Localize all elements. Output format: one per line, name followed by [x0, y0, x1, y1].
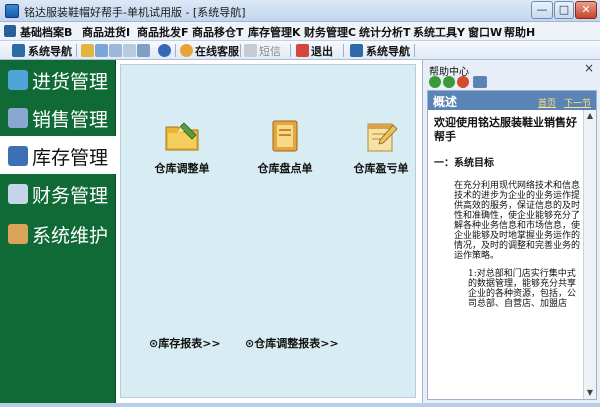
tile-warehouse-stocktake[interactable]: 仓库盘点单 [240, 119, 330, 189]
toolbar-separator [414, 44, 415, 57]
sms-icon [244, 44, 257, 57]
sales-icon [8, 108, 28, 128]
tile-label: 仓库盘点单 [257, 162, 313, 175]
wand-icon[interactable] [81, 44, 94, 57]
home-link[interactable]: 首页 [538, 96, 556, 109]
document-icon[interactable] [109, 44, 122, 57]
nav-item-inventory[interactable]: 库存管理 [0, 136, 116, 174]
help-close-button[interactable]: × [584, 61, 594, 75]
window-icon[interactable] [95, 44, 108, 57]
inventory-icon [8, 146, 28, 166]
menu-purchase[interactable]: 商品进货I [82, 24, 130, 40]
purchase-icon [8, 70, 28, 90]
nav-item-label: 进货管理 [32, 71, 109, 93]
maintenance-icon [8, 224, 28, 244]
toolbar-separator [175, 44, 176, 57]
copy-icon[interactable] [123, 44, 136, 57]
menu-statistics[interactable]: 统计分析T [359, 24, 411, 40]
inventory-report-link[interactable]: ⊙库存报表>> [149, 335, 221, 351]
minimize-button[interactable]: — [531, 1, 553, 19]
stop-icon[interactable] [457, 76, 469, 88]
logout-icon [296, 44, 309, 57]
scroll-down-icon[interactable]: ▼ [585, 388, 595, 398]
toolbar-separator [76, 44, 77, 57]
maximize-button[interactable]: □ [554, 1, 574, 19]
left-nav: 进货管理 销售管理 库存管理 财务管理 系统维护 [0, 60, 116, 403]
menu-basic-archive[interactable]: 基础档案B [20, 24, 72, 40]
menu-help[interactable]: 帮助H [504, 24, 535, 40]
toolbar-separator [343, 44, 344, 57]
menu-system-tools[interactable]: 系统工具Y [413, 24, 465, 40]
nav-item-maintenance[interactable]: 系统维护 [0, 214, 116, 252]
help-panel: 帮助中心 × 概述 首页 下一节 ▲ ▼ 欢迎使用铭达服装鞋业销售好帮手 一：系… [422, 60, 600, 403]
online-service-button[interactable]: 在线客服 [195, 43, 239, 58]
finance-icon [8, 184, 28, 204]
doc-heading: 欢迎使用铭达服装鞋业销售好帮手 [434, 116, 577, 143]
help-document: 概述 首页 下一节 ▲ ▼ 欢迎使用铭达服装鞋业销售好帮手 一：系统目标 在充分… [427, 90, 597, 400]
tile-warehouse-profit-loss[interactable]: 仓库盈亏单 [336, 119, 426, 189]
nav-item-label: 销售管理 [32, 109, 109, 131]
nav-item-purchase[interactable]: 进货管理 [0, 60, 116, 98]
toolbar: 系统导航 在线客服 短信 退出 系统导航 [0, 41, 600, 60]
doc-paragraph: 在充分利用现代网络技术和信息技术的进步为企业的业务运作提供高效的服务，保证信息的… [454, 181, 581, 261]
toolbar-separator [240, 44, 241, 57]
customer-service-icon [180, 44, 193, 57]
toolbar-nav-button[interactable]: 系统导航 [28, 43, 72, 58]
toolbar-separator [290, 44, 291, 57]
function-area: 仓库调整单 仓库盘点单 仓库盈亏单 ⊙库存报表>> ⊙仓库调整报表>> [120, 64, 416, 398]
back-icon[interactable] [429, 76, 441, 88]
main-panel: 仓库调整单 仓库盘点单 仓库盈亏单 ⊙库存报表>> ⊙仓库调整报表>> [116, 60, 422, 403]
doc-section-title: 一：系统目标 [434, 158, 494, 169]
nav-item-sales[interactable]: 销售管理 [0, 98, 116, 136]
folder-edit-icon [165, 122, 199, 151]
display-icon[interactable] [473, 76, 487, 88]
doc-header-title: 概述 [433, 95, 458, 109]
print-icon[interactable] [137, 44, 150, 57]
window-title: 铭达服装鞋帽好帮手-单机试用版 - [系统导航] [24, 6, 246, 19]
nav-item-finance[interactable]: 财务管理 [0, 174, 116, 212]
tile-label: 仓库调整单 [154, 162, 210, 175]
help-icon[interactable] [158, 44, 171, 57]
tile-warehouse-adjustment[interactable]: 仓库调整单 [137, 119, 227, 189]
adjustment-report-link[interactable]: ⊙仓库调整报表>> [245, 335, 339, 351]
title-bar: 铭达服装鞋帽好帮手-单机试用版 - [系统导航] — □ ✕ [0, 0, 600, 22]
nav-icon [350, 44, 363, 57]
menu-inventory[interactable]: 库存管理K [248, 24, 301, 40]
nav-item-label: 系统维护 [32, 225, 109, 247]
nav-item-label: 财务管理 [32, 185, 109, 207]
help-scrollbar[interactable]: ▲ ▼ [583, 110, 596, 399]
doc-sub-item: 1:对总部和门店实行集中式的数据管理，能够充分共享企业的各种资源，包括，公司总部… [468, 269, 577, 309]
close-button[interactable]: ✕ [575, 1, 597, 19]
toolbar-nav-button-2[interactable]: 系统导航 [366, 43, 410, 58]
nav-item-label: 库存管理 [32, 147, 109, 169]
menu-finance[interactable]: 财务管理C [304, 24, 356, 40]
tile-label: 仓库盈亏单 [353, 162, 409, 175]
sms-button[interactable]: 短信 [259, 43, 281, 58]
menu-app-icon [4, 25, 16, 37]
notepad-edit-icon [367, 123, 398, 152]
next-section-link[interactable]: 下一节 [564, 96, 591, 109]
doc-header: 概述 首页 下一节 [428, 91, 596, 110]
ledger-icon [272, 120, 298, 152]
status-bar [0, 403, 600, 407]
doc-body: 欢迎使用铭达服装鞋业销售好帮手 一：系统目标 在充分利用现代网络技术和信息技术的… [434, 116, 580, 309]
menu-wholesale[interactable]: 商品批发F [137, 24, 189, 40]
app-icon [5, 4, 19, 18]
logout-button[interactable]: 退出 [311, 43, 333, 58]
menu-transfer[interactable]: 商品移仓T [192, 24, 244, 40]
nav-icon [12, 44, 25, 57]
forward-icon[interactable] [443, 76, 455, 88]
menu-bar: 基础档案B 商品进货I 商品批发F 商品移仓T 库存管理K 财务管理C 统计分析… [0, 22, 600, 41]
menu-window[interactable]: 窗口W [468, 24, 502, 40]
scroll-up-icon[interactable]: ▲ [585, 111, 595, 121]
